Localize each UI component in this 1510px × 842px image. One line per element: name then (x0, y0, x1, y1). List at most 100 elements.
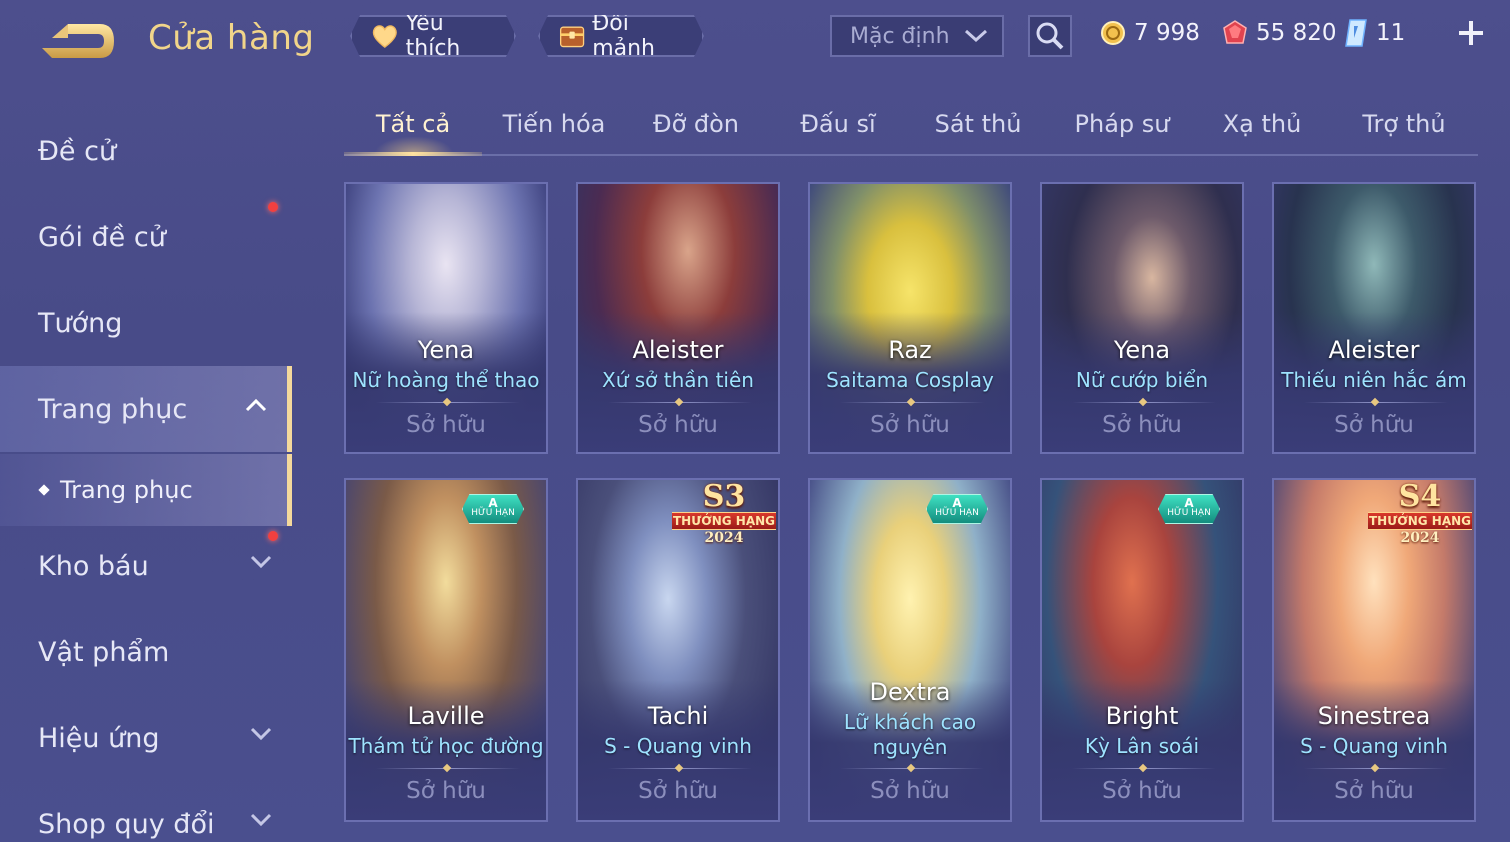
skin-name: Kỳ Lân soái (1084, 734, 1200, 758)
owned-label: Sở hữu (1334, 778, 1414, 804)
sidebar-item-exchange-shop[interactable]: Shop quy đổi (0, 781, 292, 842)
badge-season: S4 (1398, 479, 1442, 514)
hero-name: Sinestrea (1317, 702, 1431, 730)
season-reward-badge: S3 THƯỞNG HẠNG 2024 (668, 479, 778, 546)
badge-text: HỮU HẠN (471, 508, 515, 518)
sort-dropdown[interactable]: Mặc định (830, 15, 1004, 57)
sidebar-subitem-skins[interactable]: Trang phục (0, 454, 292, 526)
skin-card[interactable]: A HỮU HẠN Bright Kỳ Lân soái Sở hữu (1040, 478, 1244, 822)
divider (376, 768, 520, 769)
skin-card[interactable]: Raz Saitama Cosplay Sở hữu (808, 182, 1012, 454)
skin-name-line-1: Lữ khách cao (843, 710, 977, 734)
season-reward-badge: S4 THƯỞNG HẠNG 2024 (1364, 479, 1474, 546)
favorites-button[interactable]: Yêu thích (350, 15, 516, 57)
skin-card[interactable]: Yena Nữ hoàng thể thao Sở hữu (344, 182, 548, 454)
hero-name: Raz (888, 336, 932, 364)
sidebar-item-recommended[interactable]: Đề cử (0, 108, 292, 194)
badge-text: HỮU HẠN (935, 508, 979, 518)
favorites-label: Yêu thích (405, 11, 461, 61)
divider (840, 768, 984, 769)
skin-card[interactable]: Yena Nữ cướp biển Sở hữu (1040, 182, 1244, 454)
back-arrow-icon[interactable] (38, 18, 118, 64)
sidebar-item-label: Hiệu ứng (38, 722, 160, 754)
owned-label: Sở hữu (406, 778, 486, 804)
divider (840, 402, 984, 403)
sidebar-item-recommended-bundles[interactable]: Gói đề cử (0, 194, 292, 280)
sort-value: Mặc định (850, 23, 950, 49)
heart-icon (370, 20, 400, 52)
bullet-diamond-icon (38, 484, 50, 496)
hero-name: Yena (417, 336, 475, 364)
tab-support[interactable]: Trợ thủ (1336, 110, 1472, 138)
skin-grid: Yena Nữ hoàng thể thao Sở hữu Aleister X… (344, 182, 1478, 842)
divider (1304, 768, 1448, 769)
sidebar-item-skins[interactable]: Trang phục (0, 366, 292, 452)
tab-assassin[interactable]: Sát thủ (910, 110, 1046, 138)
hero-name: Tachi (647, 702, 709, 730)
badge-year: 2024 (704, 530, 744, 546)
limited-tier-a-badge: A HỮU HẠN (1158, 494, 1220, 524)
badge-year: 2024 (1400, 530, 1440, 546)
category-tabs: Tất cả Tiến hóa Đỡ đòn Đấu sĩ Sát thủ Ph… (344, 100, 1478, 156)
limited-tier-a-badge: A HỮU HẠN (462, 494, 524, 524)
skin-card[interactable]: A HỮU HẠN Dextra Lữ khách cao nguyên Sở h… (808, 478, 1012, 822)
sidebar-item-label: Gói đề cử (38, 221, 166, 253)
skin-name: Nữ cướp biển (1075, 368, 1209, 392)
skin-card[interactable]: Aleister Xứ sở thần tiên Sở hữu (576, 182, 780, 454)
hero-name: Bright (1105, 702, 1179, 730)
top-bar: Cửa hàng Yêu thích Đổi mảnh Mặc định 7 9… (0, 0, 1510, 80)
skin-card[interactable]: Aleister Thiếu niên hắc ám Sở hữu (1272, 182, 1476, 454)
owned-label: Sở hữu (406, 412, 486, 438)
ruby-gem-icon (1223, 20, 1247, 44)
skin-name: Xứ sở thần tiên (602, 368, 754, 392)
exchange-shards-button[interactable]: Đổi mảnh (538, 15, 704, 57)
badge-text: THƯỞNG HẠNG (672, 512, 776, 530)
badge-text: THƯỞNG HẠNG (1368, 512, 1472, 530)
notification-dot (268, 531, 278, 541)
gold-coin-icon (1101, 21, 1125, 45)
badge-tier: A (952, 496, 962, 510)
add-currency-plus-icon[interactable] (1456, 18, 1486, 48)
active-tab-underline (344, 152, 482, 156)
divider (608, 402, 752, 403)
badge-tier: A (1184, 496, 1194, 510)
owned-label: Sở hữu (870, 778, 950, 804)
tab-all[interactable]: Tất cả (344, 110, 482, 138)
limited-tier-a-badge: A HỮU HẠN (926, 494, 988, 524)
tab-marksman[interactable]: Xạ thủ (1194, 110, 1330, 138)
sidebar-item-label: Trang phục (38, 393, 188, 425)
page-title: Cửa hàng (148, 18, 315, 58)
sidebar-item-label: Vật phẩm (38, 636, 170, 668)
skin-card[interactable]: S3 THƯỞNG HẠNG 2024 Tachi S - Quang vinh… (576, 478, 780, 822)
sidebar-item-label: Kho báu (38, 550, 149, 582)
tab-tank[interactable]: Đỡ đòn (628, 110, 764, 138)
divider (1072, 768, 1216, 769)
badge-season: S3 (702, 479, 746, 514)
hero-name: Aleister (1328, 336, 1420, 364)
sidebar-item-items[interactable]: Vật phẩm (0, 609, 292, 695)
sidebar-item-effects[interactable]: Hiệu ứng (0, 695, 292, 781)
voucher-balance: 11 (1344, 16, 1405, 50)
ruby-balance: 55 820 (1222, 16, 1336, 50)
owned-label: Sở hữu (638, 778, 718, 804)
sidebar-item-treasure[interactable]: Kho báu (0, 523, 292, 609)
skin-name-line-2: nguyên (872, 735, 948, 759)
tab-evolution[interactable]: Tiến hóa (484, 110, 624, 138)
divider (608, 768, 752, 769)
sidebar-item-label: Đề cử (38, 135, 117, 167)
chevron-up-icon (245, 398, 267, 412)
skin-name: Saitama Cosplay (826, 368, 994, 392)
skin-card[interactable]: A HỮU HẠN Laville Thám tử học đường Sở hữ… (344, 478, 548, 822)
tab-fighter[interactable]: Đấu sĩ (770, 110, 906, 138)
skin-card[interactable]: S4 THƯỞNG HẠNG 2024 Sinestrea S - Quang … (1272, 478, 1476, 822)
owned-label: Sở hữu (1102, 412, 1182, 438)
tab-mage[interactable]: Pháp sư (1052, 110, 1192, 138)
sidebar-item-label: Tướng (38, 307, 123, 339)
sidebar-item-heroes[interactable]: Tướng (0, 280, 292, 366)
exchange-label: Đổi mảnh (592, 11, 656, 61)
divider (1072, 402, 1216, 403)
voucher-icon (1345, 19, 1367, 47)
badge-text: HỮU HẠN (1167, 508, 1211, 518)
divider (1304, 402, 1448, 403)
search-button[interactable] (1028, 15, 1072, 57)
